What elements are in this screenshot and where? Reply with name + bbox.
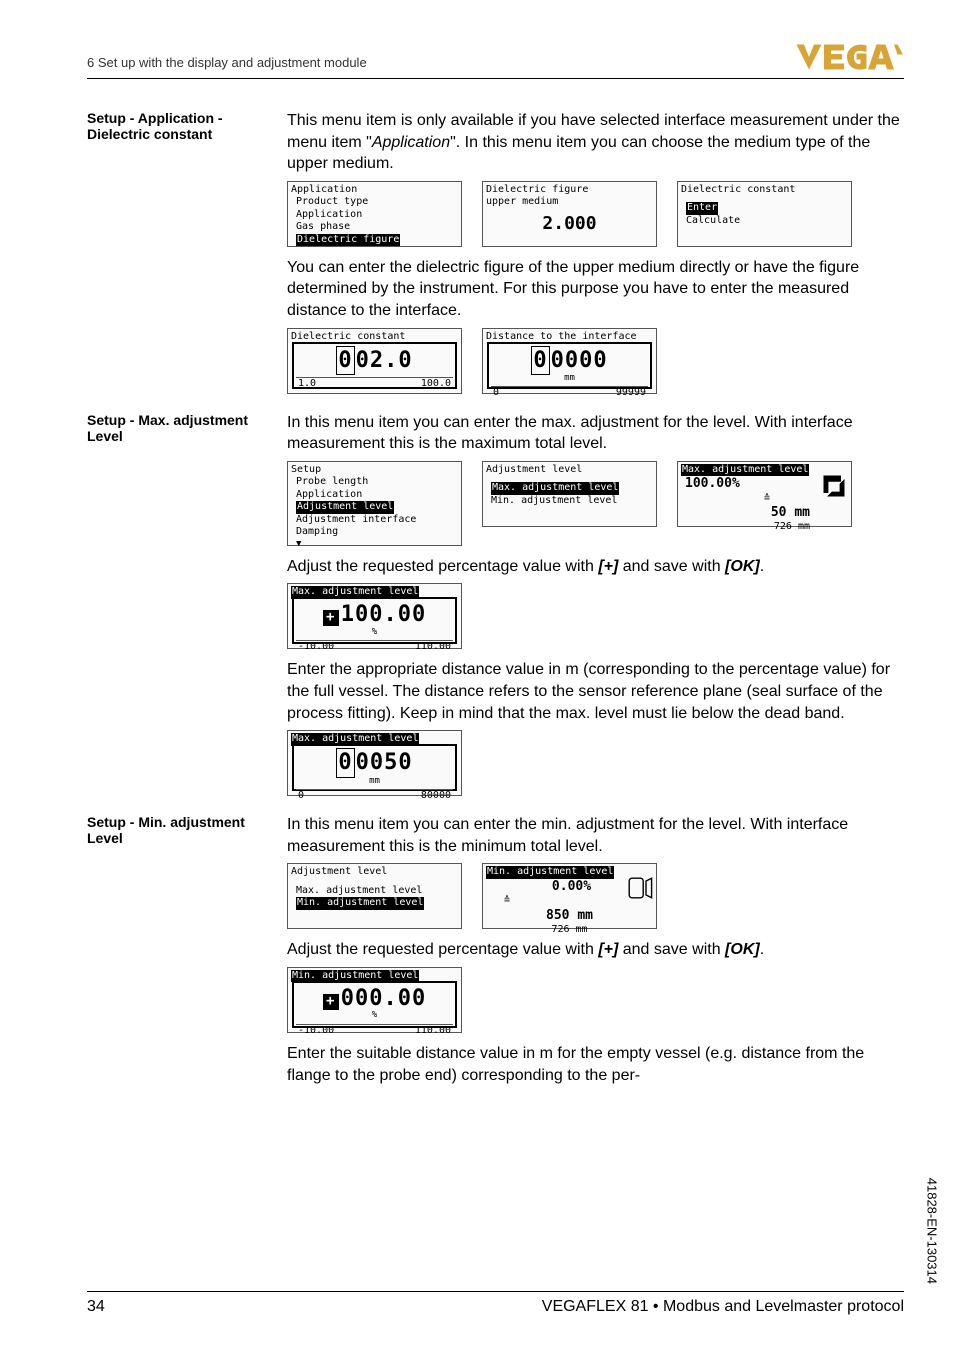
lcd-adj2-title: Adjustment level [291, 866, 458, 879]
section-title-min-adj: Setup - Min. adjustment Level [87, 814, 287, 1092]
lcd-distance-interface: Distance to the interface 00000 mm 09999… [482, 328, 657, 394]
lcd-setup-title: Setup [291, 464, 458, 477]
page-number: 34 [87, 1298, 105, 1316]
lcd-dist-lo: 0 [493, 387, 499, 400]
sec3-p1: In this menu item you can enter the min.… [287, 814, 904, 857]
knob-icon [625, 874, 653, 902]
sec3-p3: Enter the suitable distance value in m f… [287, 1043, 904, 1086]
lcd-min2-hi: 110.00 [415, 1025, 451, 1038]
sec2-p2: Adjust the requested percentage value wi… [287, 556, 904, 578]
footer-rule [87, 1291, 904, 1292]
lcd-setup-i5: Damping [291, 526, 458, 539]
lcd-min-title: Min. adjustment level [486, 866, 614, 879]
doc-id: 41828-EN-130314 [924, 1178, 939, 1284]
lcd-df-title: Dielectric figure [486, 184, 653, 197]
lcd-app-i1: Product type [291, 196, 458, 209]
lcd-dist-unit: mm [491, 373, 648, 384]
plus-icon: + [323, 994, 339, 1010]
marker-icon: ≙ [504, 895, 510, 906]
footer-product: VEGAFLEX 81 • Modbus and Levelmaster pro… [542, 1298, 904, 1316]
lcd-max-title: Max. adjustment level [681, 464, 809, 477]
sec1-p1i: Application [372, 134, 450, 151]
lcd-application: Application Product type Application Gas… [287, 181, 462, 247]
lcd-dc2-val: 002.0 [296, 346, 453, 376]
lcd-min-adj: Min. adjustment level 0.00% ≙ 850 mm 726… [482, 863, 657, 929]
lcd-dc-i1: Enter [686, 202, 718, 215]
marker-icon: ≙ [764, 493, 770, 504]
lcd-setup-i3: Adjustment level [296, 501, 394, 514]
plus-icon: + [323, 610, 339, 626]
lcd-setup-i4: Adjustment interface [291, 514, 458, 527]
lcd-max3-hi: 80000 [421, 790, 451, 803]
lcd-df-sub: upper medium [486, 196, 653, 209]
lcd-dc2-hi: 100.0 [421, 378, 451, 391]
lcd-dc-i2: Calculate [681, 215, 848, 228]
sec2-p1: In this menu item you can enter the max.… [287, 412, 904, 455]
lcd-min-d1: 850 mm [486, 908, 653, 924]
lcd-max-d2: 726 mm [681, 521, 848, 534]
header-rule [87, 78, 904, 79]
knob-icon [820, 472, 848, 500]
header-section: 6 Set up with the display and adjustment… [87, 55, 367, 70]
sec3-p2: Adjust the requested percentage value wi… [287, 939, 904, 961]
lcd-setup-i2: Application [291, 489, 458, 502]
lcd-dielectric-figure: Dielectric figure upper medium 2.000 [482, 181, 657, 247]
lcd-adjustment-level: Adjustment level Max. adjustment level M… [482, 461, 657, 527]
lcd-min-adj-entry: Min. adjustment level +000.00 % -10.0011… [287, 967, 462, 1033]
lcd-max2-lo: -10.00 [298, 641, 334, 654]
lcd-min-d2: 726 mm [486, 924, 653, 937]
lcd-app-i3: Gas phase [291, 221, 458, 234]
lcd-app-i2: Application [291, 209, 458, 222]
lcd-df-val: 2.000 [486, 213, 653, 236]
lcd-max3-val: 00050 [296, 748, 453, 778]
lcd-app-title: Application [291, 184, 458, 197]
lcd-max2-unit: % [296, 627, 453, 638]
lcd-max3-lo: 0 [298, 790, 304, 803]
lcd-adj-i2: Min. adjustment level [486, 495, 653, 508]
lcd-max2-hi: 110.00 [415, 641, 451, 654]
lcd-adj2-i1: Max. adjustment level [291, 885, 458, 898]
arrow-down-icon: ▼ [291, 539, 458, 550]
lcd-max2-val: +100.00 [296, 601, 453, 629]
lcd-setup-i1: Probe length [291, 476, 458, 489]
lcd-app-i4: Dielectric figure [296, 234, 400, 247]
sec1-p1: This menu item is only available if you … [287, 110, 904, 175]
lcd-max-d1: 50 mm [681, 505, 848, 521]
lcd-setup: Setup Probe length Application Adjustmen… [287, 461, 462, 546]
lcd-dielectric-constant: Dielectric constant Enter Calculate [677, 181, 852, 247]
sec2-p3: Enter the appropriate distance value in … [287, 659, 904, 724]
lcd-adj2-i2: Min. adjustment level [296, 897, 424, 910]
vega-logo [794, 38, 904, 76]
lcd-max-adj-entry: Max. adjustment level +100.00 % -10.0011… [287, 583, 462, 649]
lcd-max-adj: Max. adjustment level 100.00% ≙ 50 mm 72… [677, 461, 852, 527]
section-title-max-adj: Setup - Max. adjustment Level [87, 412, 287, 807]
section-title-dielectric: Setup - Application - Dielectric constan… [87, 110, 287, 404]
lcd-dc-title: Dielectric constant [681, 184, 848, 197]
lcd-adj-title: Adjustment level [486, 464, 653, 477]
sec1-p2: You can enter the dielectric figure of t… [287, 257, 904, 322]
lcd-max3-unit: mm [296, 776, 453, 787]
lcd-dc-entry: Dielectric constant 002.0 1.0100.0 [287, 328, 462, 394]
lcd-dist-hi: 99999 [616, 387, 646, 400]
lcd-adjustment-level-2: Adjustment level Max. adjustment level M… [287, 863, 462, 929]
lcd-max-adj-dist: Max. adjustment level 00050 mm 080000 [287, 730, 462, 796]
lcd-min2-unit: % [296, 1010, 453, 1021]
lcd-dist-val: 00000 [491, 346, 648, 376]
lcd-adj-i1: Max. adjustment level [491, 482, 619, 495]
lcd-min2-val: +000.00 [296, 985, 453, 1013]
lcd-dc2-lo: 1.0 [298, 378, 316, 391]
lcd-min2-lo: -10.00 [298, 1025, 334, 1038]
